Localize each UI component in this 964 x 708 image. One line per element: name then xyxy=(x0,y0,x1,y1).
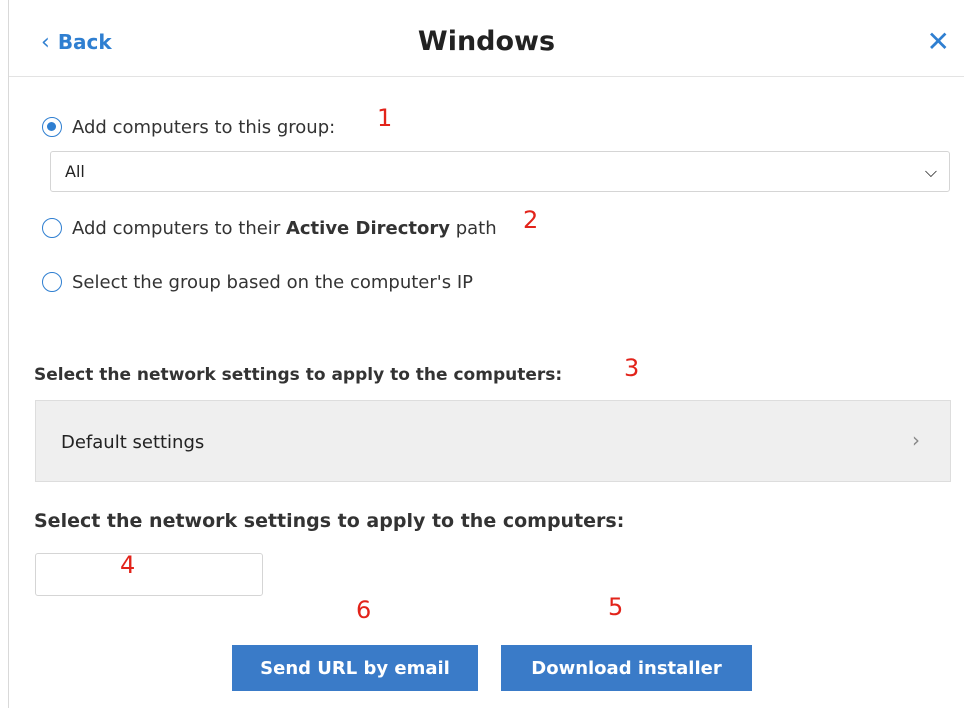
settings-input[interactable] xyxy=(35,553,263,596)
annotation-2: 2 xyxy=(523,206,539,234)
chevron-right-icon: › xyxy=(912,428,920,452)
radio-add-to-group[interactable]: Add computers to this group: xyxy=(42,114,335,140)
chevron-down-icon: ⌵ xyxy=(924,162,937,181)
radio-active-directory[interactable]: Add computers to their Active Directory … xyxy=(42,215,497,241)
close-icon[interactable]: ✕ xyxy=(927,28,950,56)
network-settings-selector[interactable]: Default settings › xyxy=(35,400,951,482)
radio-by-ip[interactable]: Select the group based on the computer's… xyxy=(42,269,473,295)
annotation-5: 5 xyxy=(608,593,624,621)
radio-active-directory-suffix: path xyxy=(449,217,497,239)
network-settings-heading: Select the network settings to apply to … xyxy=(34,365,563,385)
annotation-4: 4 xyxy=(120,551,136,579)
radio-unchecked-icon[interactable] xyxy=(42,218,62,238)
radio-active-directory-prefix: Add computers to their xyxy=(72,217,286,239)
network-settings-value: Default settings xyxy=(61,432,205,453)
group-select-value: All xyxy=(65,162,85,181)
annotation-3: 3 xyxy=(624,354,640,382)
radio-by-ip-label: Select the group based on the computer's… xyxy=(72,271,473,293)
annotation-6: 6 xyxy=(356,596,372,624)
send-url-button[interactable]: Send URL by email xyxy=(232,645,478,691)
radio-active-directory-bold: Active Directory xyxy=(285,217,450,239)
radio-checked-icon[interactable] xyxy=(42,117,62,137)
left-border xyxy=(8,0,9,708)
dialog-title: Windows xyxy=(417,26,556,57)
network-settings-heading-2: Select the network settings to apply to … xyxy=(34,510,625,532)
radio-add-to-group-label: Add computers to this group: xyxy=(72,116,336,138)
dialog-header: ‹ Back Windows ✕ xyxy=(9,0,964,77)
group-select[interactable]: All ⌵ xyxy=(50,151,950,192)
radio-unchecked-icon[interactable] xyxy=(42,272,62,292)
download-installer-button[interactable]: Download installer xyxy=(501,645,752,691)
annotation-1: 1 xyxy=(377,104,393,132)
